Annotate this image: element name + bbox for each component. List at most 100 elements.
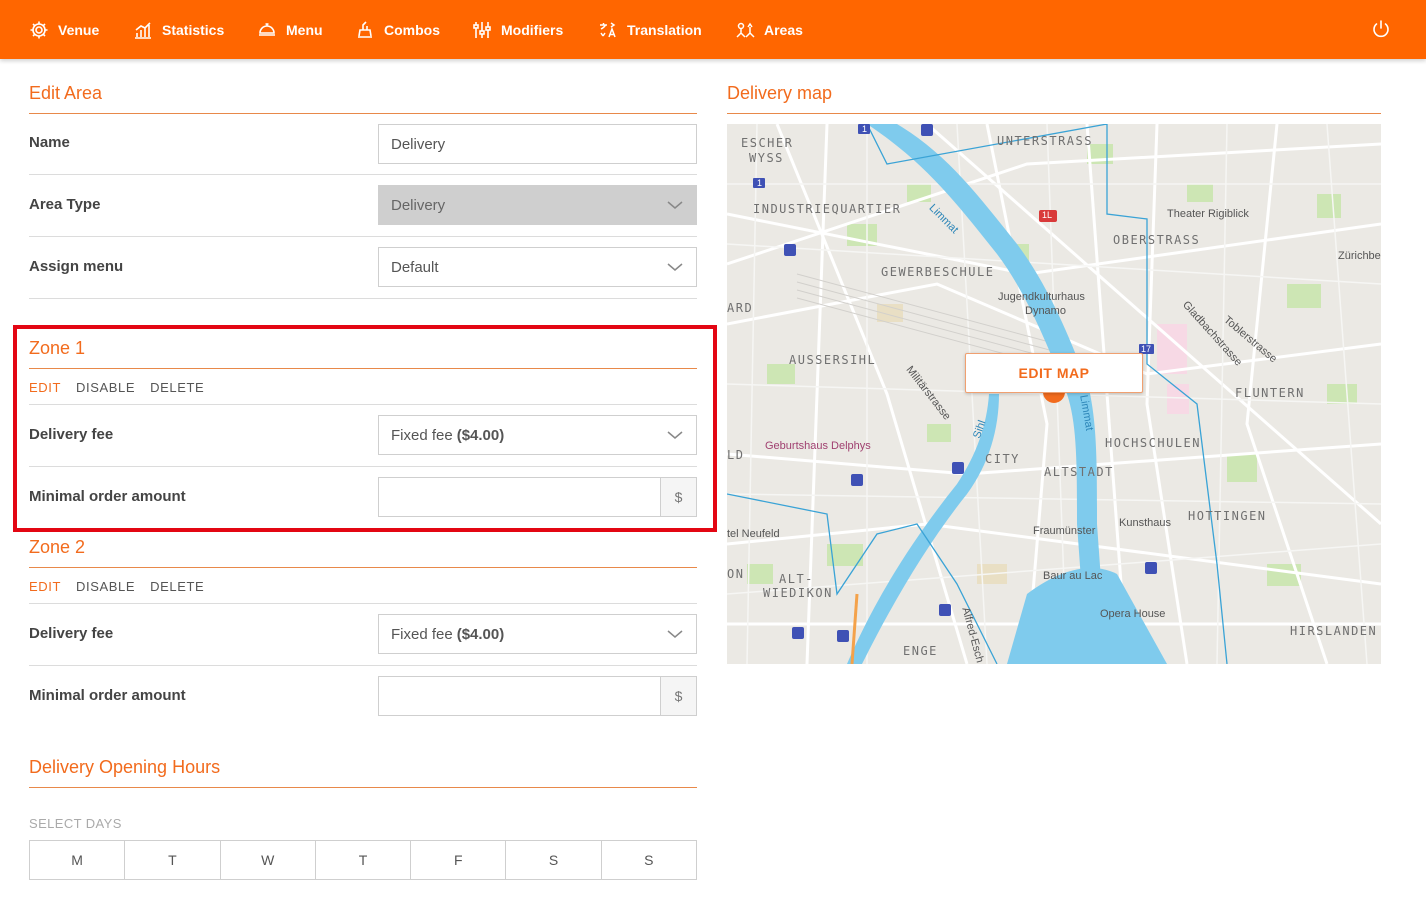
statistics-icon bbox=[135, 21, 151, 39]
zone-1-delivery-fee-label: Delivery fee bbox=[29, 426, 114, 443]
map-label: Baur au Lac bbox=[1043, 570, 1103, 582]
map-label: Fraumünster bbox=[1033, 525, 1096, 537]
map-label: ON bbox=[727, 567, 745, 581]
day-thursday[interactable]: T bbox=[316, 841, 412, 879]
row-divider bbox=[29, 603, 697, 604]
cloche-icon bbox=[259, 22, 275, 36]
zone-2-delivery-fee-label: Delivery fee bbox=[29, 625, 114, 642]
translation-icon bbox=[600, 21, 616, 37]
name-input[interactable]: Delivery bbox=[378, 124, 697, 164]
name-label: Name bbox=[29, 134, 70, 151]
map-label: Kunsthaus bbox=[1119, 517, 1171, 529]
map-label: ESCHER bbox=[741, 136, 794, 150]
day-saturday[interactable]: S bbox=[506, 841, 602, 879]
zone-1-delete-link[interactable]: DELETE bbox=[150, 380, 204, 395]
delivery-map[interactable]: ESCHER WYSS UNTERSTRASS INDUSTRIEQUARTIE… bbox=[727, 124, 1381, 664]
section-divider bbox=[727, 113, 1381, 114]
day-selector: M T W T F S S bbox=[29, 840, 697, 880]
zone-2-disable-link[interactable]: DISABLE bbox=[76, 579, 135, 594]
map-label: UNTERSTRASS bbox=[997, 134, 1093, 148]
map-label: AUSSERSIHL bbox=[789, 353, 877, 367]
map-label: Zürichbe bbox=[1338, 250, 1381, 262]
map-label: OBERSTRASS bbox=[1113, 233, 1201, 247]
nav-item-menu[interactable]: Menu bbox=[257, 0, 323, 59]
row-divider bbox=[29, 665, 697, 666]
day-friday[interactable]: F bbox=[411, 841, 507, 879]
nav-item-label: Modifiers bbox=[501, 21, 564, 38]
map-label: Opera House bbox=[1100, 608, 1166, 620]
row-divider bbox=[29, 298, 697, 299]
map-label: HOTTINGEN bbox=[1188, 509, 1267, 523]
nav-item-label: Statistics bbox=[162, 21, 225, 38]
zone-2-edit-link[interactable]: EDIT bbox=[29, 579, 61, 594]
nav-item-areas[interactable]: Areas bbox=[735, 0, 803, 59]
route-badge: 1 bbox=[757, 178, 763, 188]
day-tuesday[interactable]: T bbox=[125, 841, 221, 879]
day-wednesday[interactable]: W bbox=[221, 841, 316, 879]
assign-menu-select[interactable]: Default bbox=[378, 247, 697, 287]
nav-item-combos[interactable]: Combos bbox=[355, 0, 440, 59]
top-navigation-bar: Venue Statistics Menu Combos Modifiers T… bbox=[0, 0, 1426, 59]
zone-1-min-order-input[interactable]: $ bbox=[378, 477, 697, 517]
section-divider bbox=[29, 567, 697, 568]
nav-item-translation[interactable]: Translation bbox=[598, 0, 702, 59]
row-divider bbox=[29, 236, 697, 237]
zone-2-actions: EDIT DISABLE DELETE bbox=[29, 579, 204, 594]
zone-1-disable-link[interactable]: DISABLE bbox=[76, 380, 135, 395]
delivery-map-title: Delivery map bbox=[727, 83, 833, 103]
delivery-fee-amount: ($4.00) bbox=[456, 426, 505, 444]
nav-item-label: Venue bbox=[58, 21, 100, 38]
map-label: LD bbox=[727, 448, 745, 462]
row-divider bbox=[29, 466, 697, 467]
section-divider bbox=[29, 787, 697, 788]
map-label: Dynamo bbox=[1025, 305, 1066, 317]
row-divider bbox=[29, 174, 697, 175]
nav-item-label: Combos bbox=[384, 21, 440, 38]
zone-1-title: Zone 1 bbox=[29, 338, 86, 358]
map-label: Geburtshaus Delphys bbox=[765, 440, 871, 452]
zone-2-delivery-fee-select[interactable]: Fixed fee ($4.00) bbox=[378, 614, 697, 654]
chevron-down-icon bbox=[667, 630, 683, 638]
edit-map-button[interactable]: EDIT MAP bbox=[965, 353, 1143, 393]
map-label: tel Neufeld bbox=[727, 528, 780, 540]
nav-item-label: Translation bbox=[627, 21, 702, 38]
assign-menu-label: Assign menu bbox=[29, 258, 124, 275]
nav-item-label: Areas bbox=[764, 21, 803, 38]
nav-item-venue[interactable]: Venue bbox=[29, 0, 99, 59]
route-badge: 17 bbox=[1141, 344, 1152, 354]
delivery-fee-prefix: Fixed fee bbox=[391, 625, 453, 643]
chevron-down-icon bbox=[667, 431, 683, 439]
zone-1-delivery-fee-select[interactable]: Fixed fee ($4.00) bbox=[378, 415, 697, 455]
area-type-select: Delivery bbox=[378, 185, 697, 225]
nav-item-label: Menu bbox=[286, 21, 323, 38]
power-icon[interactable] bbox=[1371, 19, 1391, 39]
map-label: INDUSTRIEQUARTIER bbox=[753, 202, 902, 216]
currency-addon: $ bbox=[660, 478, 696, 516]
map-label: Jugendkulturhaus bbox=[998, 291, 1085, 303]
sliders-icon bbox=[473, 21, 491, 38]
zone-1-edit-link[interactable]: EDIT bbox=[29, 380, 61, 395]
nav-item-modifiers[interactable]: Modifiers bbox=[472, 0, 563, 59]
zone-2-delete-link[interactable]: DELETE bbox=[150, 579, 204, 594]
zone-2-title: Zone 2 bbox=[29, 537, 86, 557]
day-monday[interactable]: M bbox=[30, 841, 126, 879]
areas-icon bbox=[736, 22, 755, 38]
zone-2-min-order-label: Minimal order amount bbox=[29, 687, 186, 704]
zone-1-actions: EDIT DISABLE DELETE bbox=[29, 380, 204, 395]
chevron-down-icon bbox=[667, 201, 683, 209]
chevron-down-icon bbox=[667, 263, 683, 271]
currency-addon: $ bbox=[660, 677, 696, 715]
zone-1-min-order-label: Minimal order amount bbox=[29, 488, 186, 505]
map-label: HIRSLANDEN bbox=[1290, 624, 1378, 638]
zone-2-min-order-input[interactable]: $ bbox=[378, 676, 697, 716]
map-label: GEWERBESCHULE bbox=[881, 265, 995, 279]
day-sunday[interactable]: S bbox=[602, 841, 696, 879]
gear-icon bbox=[30, 21, 48, 38]
area-type-label: Area Type bbox=[29, 196, 101, 213]
route-badge: 1 bbox=[862, 124, 868, 134]
delivery-fee-prefix: Fixed fee bbox=[391, 426, 453, 444]
nav-item-statistics[interactable]: Statistics bbox=[133, 0, 224, 59]
map-label: WIEDIKON bbox=[763, 586, 833, 600]
map-label: FLUNTERN bbox=[1235, 386, 1305, 400]
map-label: ARD bbox=[727, 301, 754, 315]
